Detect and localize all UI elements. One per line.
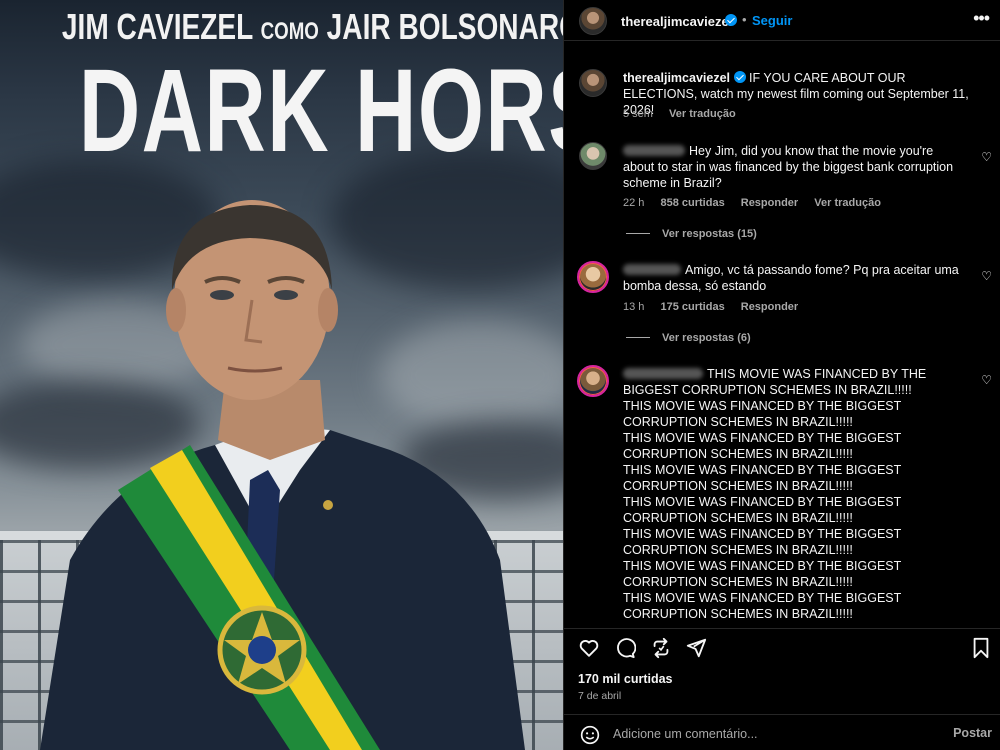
author-username[interactable]: therealjimcaviezel <box>621 14 732 29</box>
comment-input[interactable] <box>613 725 933 743</box>
redacted-username <box>623 368 703 379</box>
like-heart-icon[interactable] <box>578 637 600 659</box>
comment-meta: 22 h 858 curtidas Responder Ver tradução <box>623 197 894 209</box>
like-count[interactable]: 170 mil curtidas <box>578 672 673 686</box>
commenter-avatar[interactable] <box>577 365 609 397</box>
emoji-icon[interactable] <box>580 725 600 745</box>
caption-avatar[interactable] <box>579 69 607 97</box>
comment-text: THIS MOVIE WAS FINANCED BY THE BIGGEST C… <box>623 366 968 622</box>
poster-role: JAIR BOLSONARO <box>326 6 563 47</box>
eye <box>210 290 234 300</box>
poster-actor: JIM CAVIEZEL <box>61 6 253 47</box>
poster-credit-line: JIM CAVIEZEL COMO JAIR BOLSONARO <box>61 6 563 48</box>
ear <box>318 288 338 332</box>
comment-composer: Postar <box>564 714 1000 750</box>
comment-body: THIS MOVIE WAS FINANCED BY THE BIGGEST C… <box>623 367 927 621</box>
post-date: 7 de abril <box>578 690 622 702</box>
reply-button[interactable]: Responder <box>741 197 798 209</box>
poster-title: DARK HORSE <box>78 45 563 177</box>
post-comment-button[interactable]: Postar <box>953 726 992 740</box>
author-avatar[interactable] <box>579 7 607 35</box>
ear <box>166 288 186 332</box>
view-replies-link[interactable]: Ver respostas (15) <box>626 228 757 240</box>
caption-age: 5 sem <box>623 108 653 120</box>
post-actions <box>564 628 1000 660</box>
redacted-username <box>623 145 685 156</box>
post-header: therealjimcaviezel • Seguir ••• <box>564 0 1000 41</box>
save-bookmark-icon[interactable] <box>971 637 991 659</box>
coat-of-arms <box>217 605 307 695</box>
reply-button[interactable]: Responder <box>741 301 798 313</box>
follow-button[interactable]: Seguir <box>752 13 792 28</box>
comment-likes[interactable]: 175 curtidas <box>660 301 724 313</box>
comments-list[interactable]: therealjimcaviezel IF YOU CARE ABOUT OUR… <box>564 42 1000 622</box>
like-comment-icon[interactable]: ♡ <box>981 150 992 164</box>
comment-age: 13 h <box>623 301 645 313</box>
more-options-icon[interactable]: ••• <box>973 8 990 29</box>
comment-meta: 13 h 175 curtidas Responder <box>623 301 811 313</box>
caption-username[interactable]: therealjimcaviezel <box>623 71 730 85</box>
comment-bubble-icon[interactable] <box>614 637 636 659</box>
lapel-pin <box>323 500 333 510</box>
verified-badge-icon <box>733 71 746 83</box>
caption-translate-link[interactable]: Ver tradução <box>669 108 736 120</box>
post-sidebar: therealjimcaviezel • Seguir ••• therealj… <box>563 0 1000 750</box>
verified-badge-icon <box>725 14 737 26</box>
commenter-avatar[interactable] <box>579 142 607 170</box>
eye <box>274 290 298 300</box>
caption-meta: 5 sem Ver tradução <box>623 108 749 120</box>
like-comment-icon[interactable]: ♡ <box>981 373 992 387</box>
repost-icon[interactable] <box>650 637 672 659</box>
like-comment-icon[interactable]: ♡ <box>981 269 992 283</box>
comment-text: Amigo, vc tá passando fome? Pq pra aceit… <box>623 262 963 294</box>
redacted-username <box>623 264 681 275</box>
translate-link[interactable]: Ver tradução <box>814 197 881 209</box>
share-send-icon[interactable] <box>685 637 707 659</box>
poster-como: COMO <box>260 18 319 45</box>
view-replies-link[interactable]: Ver respostas (6) <box>626 332 751 344</box>
comment-likes[interactable]: 858 curtidas <box>660 197 724 209</box>
post-image[interactable]: JIM CAVIEZEL COMO JAIR BOLSONARO DARK HO… <box>0 0 563 750</box>
comment-text: Hey Jim, did you know that the movie you… <box>623 143 963 191</box>
separator-dot: • <box>742 12 747 27</box>
commenter-avatar[interactable] <box>577 261 609 293</box>
comment-age: 22 h <box>623 197 645 209</box>
